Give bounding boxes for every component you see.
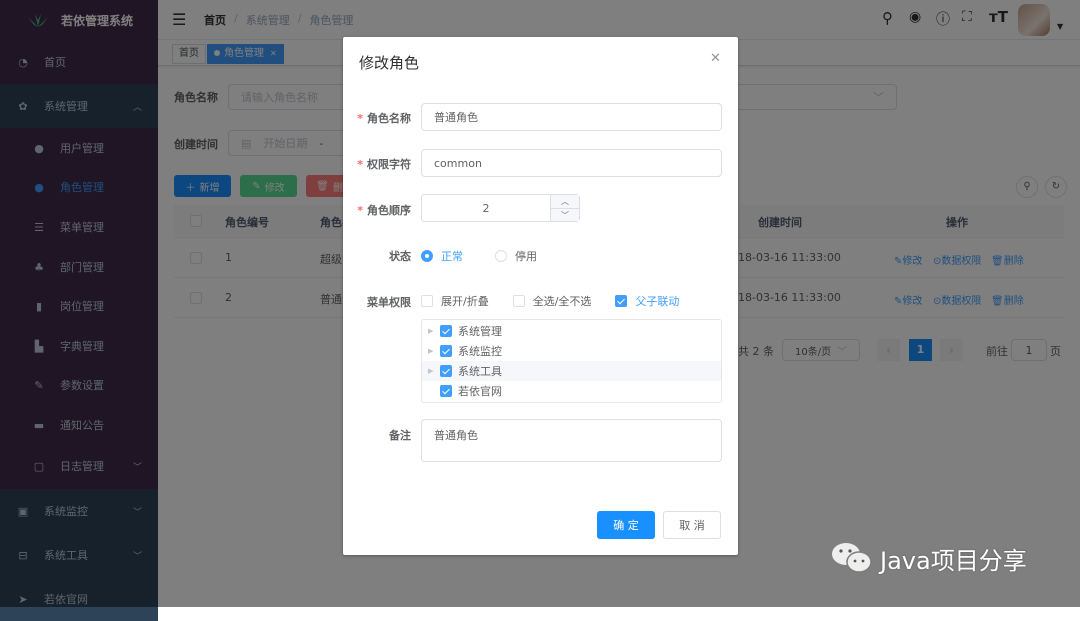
status-label: 状态	[389, 250, 411, 263]
watermark: Java项目分享	[830, 540, 1027, 576]
role-sort-label: * 角色顺序	[357, 204, 411, 217]
role-key-label: * 权限字符	[357, 158, 411, 171]
decrease-button[interactable]: ﹀	[551, 209, 579, 222]
wechat-icon	[832, 543, 872, 573]
confirm-button[interactable]: 确 定	[597, 511, 655, 539]
role-sort-value[interactable]: 2	[422, 202, 550, 215]
status-radio-group: 正常 停用	[421, 248, 537, 264]
remark-textarea[interactable]: 普通角色	[421, 419, 722, 462]
tree-node[interactable]: ▶ 系统管理	[422, 321, 721, 341]
radio-normal[interactable]	[421, 250, 433, 262]
remark-label: 备注	[389, 429, 411, 442]
menu-options: 展开/折叠 全选/全不选 父子联动	[421, 293, 679, 309]
linkage-checkbox[interactable]	[615, 295, 628, 307]
tree-node[interactable]: ▶ 系统监控	[422, 341, 721, 361]
tree-checkbox[interactable]	[440, 345, 452, 357]
edit-role-dialog: 修改角色 ✕ * 角色名称 普通角色 * 权限字符 common * 角色顺序 2 ︿…	[343, 37, 738, 555]
cancel-button[interactable]: 取 消	[663, 511, 721, 539]
menu-tree: ▶ 系统管理 ▶ 系统监控 ▶ 系统工具 若依官网	[421, 319, 722, 403]
role-name-input[interactable]: 普通角色	[421, 103, 722, 131]
tree-node[interactable]: 若依官网	[422, 381, 721, 401]
role-sort-stepper[interactable]: 2 ︿ ﹀	[421, 194, 580, 222]
tree-checkbox[interactable]	[440, 365, 452, 377]
radio-disabled[interactable]	[495, 250, 507, 262]
tree-checkbox[interactable]	[440, 325, 452, 337]
menu-permission-label: 菜单权限	[367, 296, 411, 309]
role-name-label: * 角色名称	[357, 112, 411, 125]
radio-label: 停用	[515, 250, 537, 263]
radio-label: 正常	[441, 250, 463, 263]
select-all-checkbox[interactable]	[512, 295, 525, 307]
expand-checkbox[interactable]	[421, 295, 433, 307]
role-key-input[interactable]: common	[421, 149, 722, 177]
increase-button[interactable]: ︿	[551, 195, 579, 209]
close-icon[interactable]: ✕	[710, 51, 721, 66]
dialog-title: 修改角色	[359, 54, 420, 72]
tree-checkbox[interactable]	[440, 385, 452, 397]
caret-right-icon[interactable]: ▶	[428, 327, 440, 335]
caret-right-icon[interactable]: ▶	[428, 347, 440, 355]
caret-right-icon[interactable]: ▶	[428, 367, 440, 375]
tree-node[interactable]: ▶ 系统工具	[422, 361, 721, 381]
